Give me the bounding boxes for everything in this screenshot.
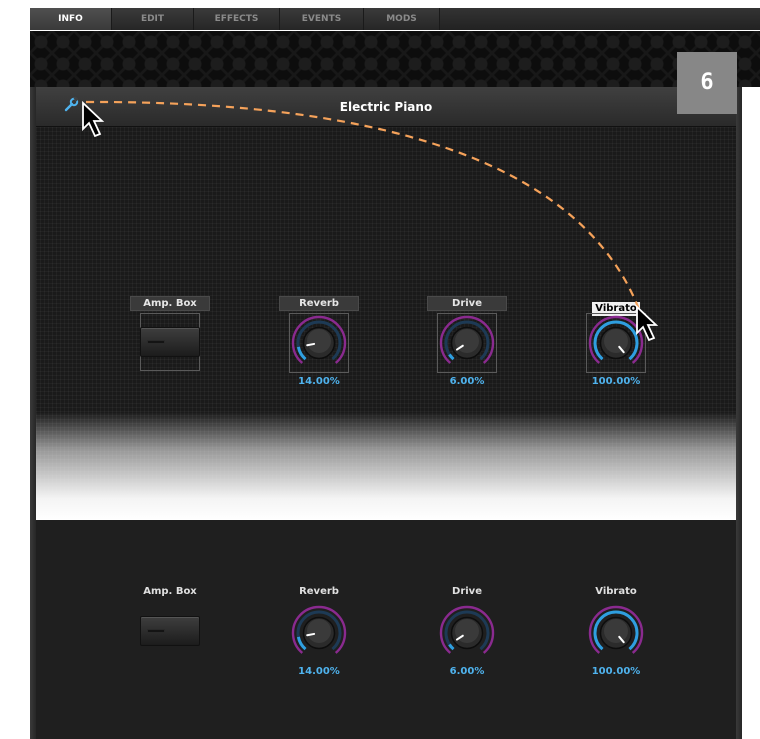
vibrato-label-lower: Vibrato — [595, 586, 637, 597]
knob-highlight — [307, 619, 331, 643]
reverb-knob-lower[interactable] — [289, 603, 349, 663]
amp-box-label-lower: Amp. Box — [143, 586, 197, 597]
panel-header: Electric Piano — [36, 87, 736, 127]
vibrato-label: Vibrato — [576, 296, 656, 316]
reverb-label-lower: Reverb — [299, 586, 339, 597]
instrument-panel: Electric Piano Amp. Box Reverb 14.00% Dr… — [36, 87, 736, 520]
reverb-value: 14.00% — [298, 376, 340, 387]
knob-indicator — [306, 632, 316, 637]
panel-fade — [36, 412, 736, 520]
vibrato-value: 100.00% — [591, 376, 641, 387]
vibrato-value-lower: 100.00% — [591, 666, 641, 677]
tab-info[interactable]: INFO — [30, 8, 112, 30]
tab-mods[interactable]: MODS — [364, 8, 440, 30]
drive-value: 6.00% — [449, 376, 485, 387]
reverb-label: Reverb — [279, 296, 359, 311]
knob-highlight — [604, 619, 628, 643]
tab-edit[interactable]: EDIT — [112, 8, 194, 30]
knob-highlight — [307, 329, 331, 353]
drive-knob-lower[interactable] — [437, 603, 497, 663]
vibrato-knob-lower[interactable] — [586, 603, 646, 663]
drive-value-lower: 6.00% — [449, 666, 485, 677]
drive-label-lower: Drive — [452, 586, 482, 597]
vibrato-knob[interactable] — [586, 313, 646, 373]
knob-level-arc — [448, 353, 455, 361]
tab-bar-filler — [440, 8, 760, 30]
instrument-panel-lower: Amp. Box Reverb 14.00% Drive 6.00% Vibra… — [36, 520, 736, 739]
amp-box-switch[interactable] — [140, 327, 200, 357]
right-rail — [736, 87, 742, 739]
knob-indicator — [306, 342, 316, 347]
knob-highlight — [604, 329, 628, 353]
tab-events[interactable]: EVENTS — [280, 8, 364, 30]
knob-level-arc — [448, 643, 455, 651]
tab-effects[interactable]: EFFECTS — [194, 8, 280, 30]
amp-box-label: Amp. Box — [130, 296, 210, 311]
step-badge: 6 — [677, 52, 737, 114]
tab-bar: INFO EDIT EFFECTS EVENTS MODS — [30, 8, 760, 30]
amp-box-switch-lower[interactable] — [140, 616, 200, 646]
reverb-knob[interactable] — [289, 313, 349, 373]
panel-title: Electric Piano — [339, 100, 433, 114]
drive-knob[interactable] — [437, 313, 497, 373]
decorative-pattern-band — [30, 31, 760, 87]
reverb-value-lower: 14.00% — [298, 666, 340, 677]
drive-label: Drive — [427, 296, 507, 311]
